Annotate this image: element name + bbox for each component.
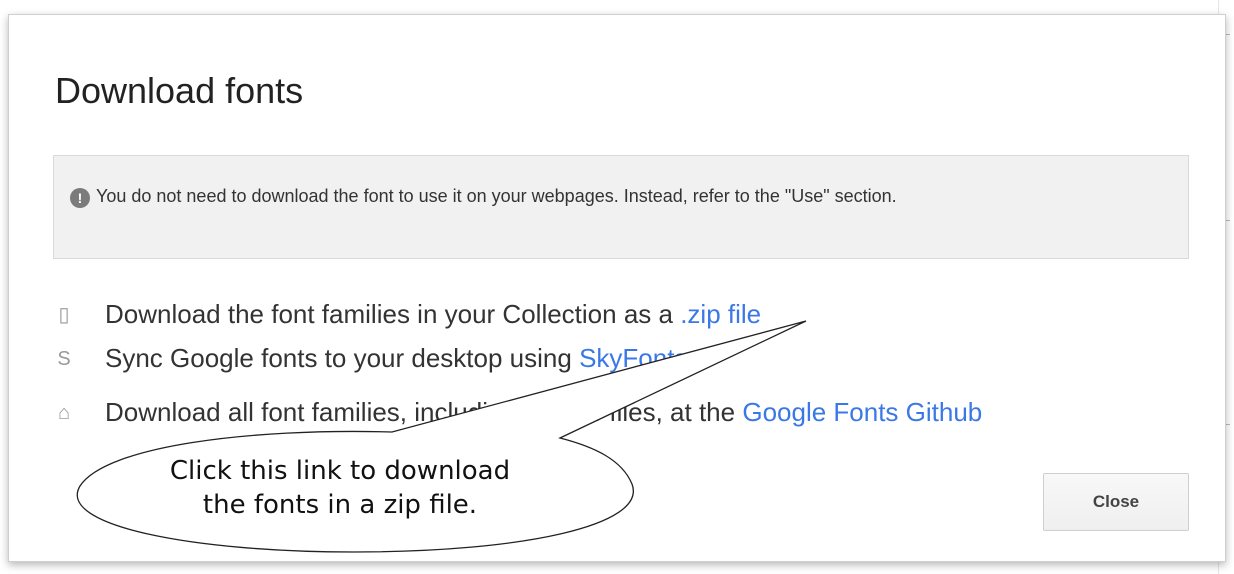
dialog-title: Download fonts [55,70,304,111]
callout-line: the fonts in a zip file. [202,490,478,520]
zip-file-icon: ▯ [58,304,70,326]
close-button[interactable]: Close [1043,473,1189,531]
info-notice: ! You do not need to download the font t… [53,155,1189,259]
alert-icon: ! [70,188,90,208]
download-zip-text: Download the font families in your Colle… [105,299,762,329]
callout-text: Click this link to download the fonts in… [110,454,570,522]
skyfonts-icon: S [57,348,71,370]
notice-text: You do not need to download the font to … [96,186,897,206]
callout-line: Click this link to download [169,456,511,486]
github-icon: ⌂ [57,402,71,424]
skyfonts-link[interactable]: SkyFonts [579,343,687,373]
github-text: Download all font families, including so… [105,397,983,427]
github-link[interactable]: Google Fonts Github [742,397,982,427]
zip-file-link[interactable]: .zip file [680,299,761,329]
skyfonts-text: Sync Google fonts to your desktop using … [105,343,688,373]
